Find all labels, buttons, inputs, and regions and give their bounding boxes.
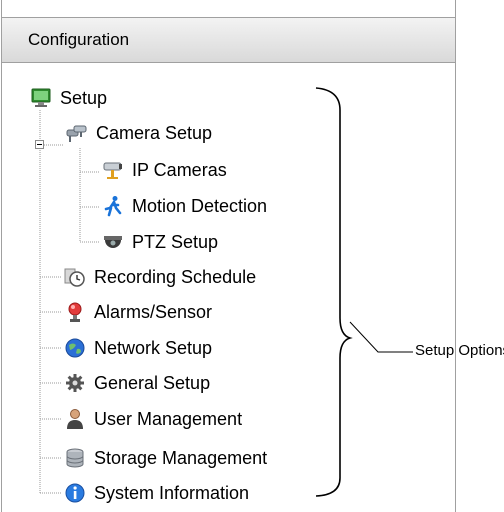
tree-item-label: PTZ Setup — [132, 231, 219, 252]
globe-icon — [65, 338, 85, 358]
tree-item-network-setup[interactable]: Network Setup — [64, 334, 212, 362]
tree-item-setup[interactable]: Setup — [30, 84, 107, 112]
info-icon — [65, 483, 85, 503]
tree-item-label: Camera Setup — [96, 122, 213, 143]
tree-item-system-information[interactable]: System Information — [64, 479, 249, 507]
monitor-icon — [31, 88, 51, 107]
tree-item-user-management[interactable]: User Management — [64, 405, 242, 433]
collapse-toggle-camera-setup[interactable] — [35, 140, 44, 149]
alarm-light-icon — [68, 302, 82, 322]
tree-item-label: Storage Management — [94, 447, 268, 468]
tree-item-camera-setup[interactable]: Camera Setup — [66, 119, 212, 147]
tree-item-label: General Setup — [94, 372, 211, 393]
tree-item-label: Alarms/Sensor — [94, 301, 213, 322]
tree-item-storage-management[interactable]: Storage Management — [64, 444, 267, 472]
tree-item-ip-cameras[interactable]: IP Cameras — [102, 156, 227, 184]
user-icon — [67, 409, 83, 429]
tree-item-recording-schedule[interactable]: Recording Schedule — [64, 263, 256, 291]
ip-camera-icon — [103, 162, 122, 179]
gear-icon — [66, 374, 84, 392]
tree-item-label: IP Cameras — [132, 159, 227, 180]
tree-item-ptz-setup[interactable]: PTZ Setup — [102, 228, 218, 256]
tree-item-label: Setup — [60, 87, 108, 108]
tree-item-general-setup[interactable]: General Setup — [64, 369, 210, 397]
tree-item-label: Recording Schedule — [94, 266, 257, 287]
bracket-brace — [315, 87, 353, 497]
database-icon — [66, 448, 84, 468]
tree-item-motion-detection[interactable]: Motion Detection — [102, 192, 267, 220]
camera-group-icon — [66, 125, 87, 142]
tree-item-label: Network Setup — [94, 337, 213, 358]
tree-item-label: System Information — [94, 482, 250, 503]
tree-item-label: User Management — [94, 408, 243, 429]
tree-connector-lines — [39, 87, 413, 497]
callout-leader — [349, 321, 413, 353]
tree-item-alarms-sensor[interactable]: Alarms/Sensor — [64, 298, 212, 326]
dome-camera-icon — [104, 236, 122, 248]
callout-label: Setup Options — [415, 342, 504, 359]
clock-icon — [64, 268, 85, 287]
running-man-icon — [104, 196, 122, 217]
tree-item-label: Motion Detection — [132, 195, 268, 216]
